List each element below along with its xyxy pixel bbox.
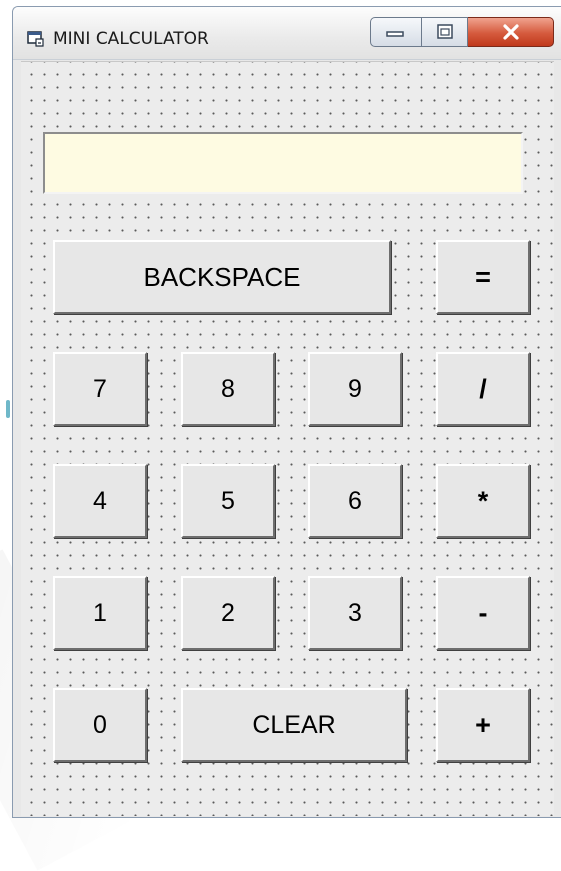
- digit-5-button[interactable]: 5: [181, 464, 275, 538]
- digit-7-button[interactable]: 7: [53, 352, 147, 426]
- minimize-button[interactable]: [370, 17, 422, 47]
- maximize-icon: [436, 24, 453, 39]
- digit-0-button[interactable]: 0: [53, 688, 147, 762]
- calculator-form-icon[interactable]: [27, 31, 45, 47]
- equals-button[interactable]: =: [436, 240, 530, 314]
- window-title: MINI CALCULATOR: [53, 29, 209, 49]
- maximize-button[interactable]: [422, 17, 468, 47]
- close-button[interactable]: [468, 17, 554, 47]
- backspace-button[interactable]: BACKSPACE: [53, 240, 391, 314]
- digit-1-button[interactable]: 1: [53, 576, 147, 650]
- digit-6-button[interactable]: 6: [308, 464, 402, 538]
- digit-2-button[interactable]: 2: [181, 576, 275, 650]
- digit-4-button[interactable]: 4: [53, 464, 147, 538]
- calculator-display[interactable]: [43, 132, 523, 194]
- minimize-icon: [386, 31, 404, 37]
- caption-buttons: [370, 17, 554, 51]
- divide-button[interactable]: /: [436, 352, 530, 426]
- calculator-window: MINI CALCULATOR BACKSPACE = 7 8 9 / 4 5 …: [12, 6, 561, 818]
- close-icon: [502, 24, 519, 40]
- title-bar[interactable]: MINI CALCULATOR: [13, 7, 561, 60]
- digit-8-button[interactable]: 8: [181, 352, 275, 426]
- clear-button[interactable]: CLEAR: [181, 688, 407, 762]
- digit-3-button[interactable]: 3: [308, 576, 402, 650]
- desktop-edge-mark: [6, 400, 10, 418]
- form-client-area: BACKSPACE = 7 8 9 / 4 5 6 * 1 2 3 - 0 CL…: [21, 61, 554, 816]
- multiply-button[interactable]: *: [436, 464, 530, 538]
- add-button[interactable]: +: [436, 688, 530, 762]
- subtract-button[interactable]: -: [436, 576, 530, 650]
- digit-9-button[interactable]: 9: [308, 352, 402, 426]
